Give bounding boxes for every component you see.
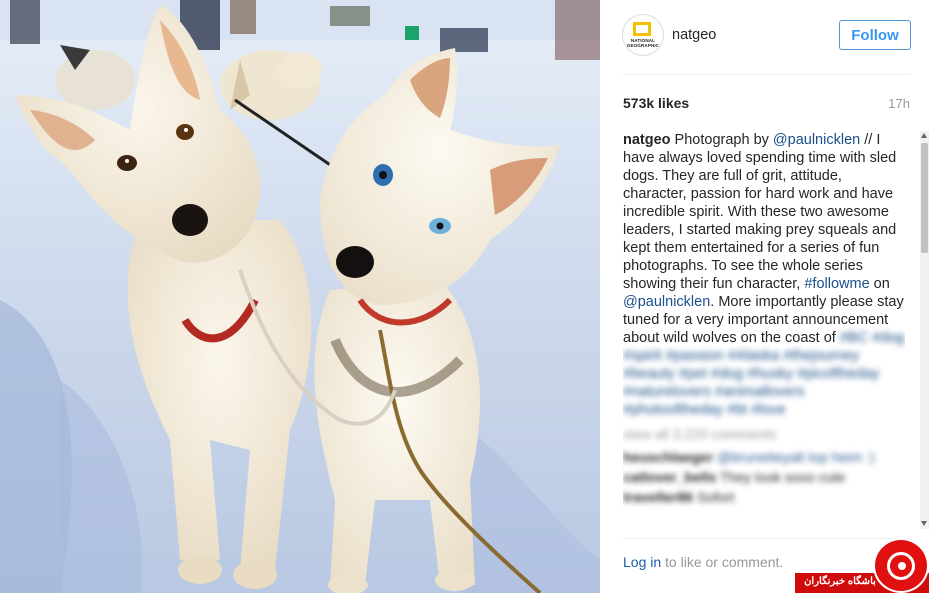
view-all-comments-link[interactable]: view all 3,220 comments	[623, 425, 905, 443]
comment-item: traveller86 Sofort	[623, 487, 905, 507]
caption-text-2: // I have always loved spending time wit…	[623, 132, 897, 292]
post-photo[interactable]	[0, 0, 600, 593]
avatar-brand-text: NATIONAL GEOGRAPHIC	[626, 38, 660, 48]
post-header: NATIONAL GEOGRAPHIC natgeo Follow	[622, 14, 911, 58]
watermark-text: باشگاه خبرنگاران	[804, 576, 876, 587]
login-prompt-text: to like or comment.	[661, 554, 784, 570]
scroll-down-arrow-icon[interactable]	[921, 521, 927, 526]
comment-item: heuschlaeger @brunetteyalt top heim :)	[623, 447, 905, 467]
comment-text: They look sooo cute	[720, 469, 846, 485]
comment-username[interactable]: catlover_bells	[623, 469, 716, 485]
post-side-panel: NATIONAL GEOGRAPHIC natgeo Follow 573k l…	[600, 0, 929, 593]
login-link[interactable]: Log in	[623, 554, 661, 570]
follow-button[interactable]: Follow	[839, 20, 911, 50]
profile-avatar[interactable]: NATIONAL GEOGRAPHIC	[622, 14, 664, 56]
comment-username[interactable]: heuschlaeger	[623, 449, 713, 465]
watermark-dot	[898, 562, 906, 570]
natgeo-logo-icon	[633, 22, 651, 36]
scroll-up-arrow-icon[interactable]	[921, 133, 927, 138]
sled-dogs-photo	[0, 0, 600, 593]
caption-mention[interactable]: @paulnicklen	[623, 294, 710, 310]
post-username[interactable]: natgeo	[672, 27, 716, 43]
comments-scroll-area[interactable]: natgeo Photograph by @paulnicklen // I h…	[623, 131, 905, 529]
caption-hashtag[interactable]: #followme	[804, 276, 869, 292]
header-divider	[622, 74, 911, 75]
comments-scrollbar[interactable]	[920, 131, 929, 529]
likes-count[interactable]: 573k likes	[623, 95, 689, 111]
caption-hashtag[interactable]: #BC	[840, 330, 868, 346]
caption-text-1: Photograph by	[670, 132, 773, 148]
footer-divider	[622, 538, 911, 539]
login-prompt: Log in to like or comment.	[623, 554, 783, 570]
caption-username[interactable]: natgeo	[623, 132, 671, 148]
comments-blurred-section: view all 3,220 comments heuschlaeger @br…	[623, 425, 905, 507]
watermark-logo-icon	[873, 538, 929, 593]
caption-mention[interactable]: @paulnicklen	[773, 132, 860, 148]
comment-username[interactable]: traveller86	[623, 489, 693, 505]
post-timestamp[interactable]: 17h	[888, 96, 910, 111]
scrollbar-thumb[interactable]	[921, 143, 928, 253]
comment-item: catlover_bells They look sooo cute	[623, 467, 905, 487]
comment-text: Sofort	[696, 489, 735, 505]
post-caption: natgeo Photograph by @paulnicklen // I h…	[623, 131, 905, 419]
comment-text: @brunetteyalt top heim :)	[717, 449, 875, 465]
caption-text-3: on	[869, 276, 890, 292]
